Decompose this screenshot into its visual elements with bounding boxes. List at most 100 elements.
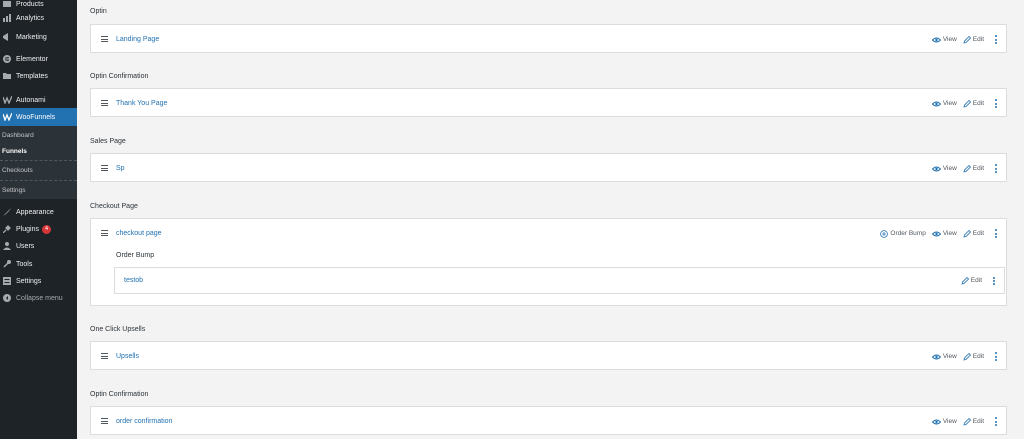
pencil-icon xyxy=(963,164,971,173)
sidebar-item-autonami[interactable]: Autonami xyxy=(0,91,77,109)
plus-circle-icon xyxy=(880,229,889,238)
woofunnels-submenu: Dashboard Funnels Checkouts Settings xyxy=(0,126,77,199)
eye-icon xyxy=(931,37,941,42)
edit-label: Edit xyxy=(972,418,984,425)
sidebar-item-label: Plugins xyxy=(16,225,39,233)
view-button[interactable]: View xyxy=(931,418,957,425)
more-options-icon[interactable] xyxy=(994,35,998,45)
sidebar-item-analytics[interactable]: Analytics xyxy=(0,9,77,27)
sidebar-item-label: Tools xyxy=(16,260,33,268)
step-title-link[interactable]: Upsells xyxy=(116,353,139,360)
step-row: Sp View Edit xyxy=(91,154,1006,183)
eye-icon xyxy=(931,231,941,236)
edit-label: Edit xyxy=(972,36,984,43)
sidebar-item-templates[interactable]: Templates xyxy=(0,67,77,85)
edit-button[interactable]: Edit xyxy=(963,99,984,108)
edit-label: Edit xyxy=(972,100,984,107)
edit-button[interactable]: Edit xyxy=(963,229,984,238)
sidebar-item-label: WooFunnels xyxy=(16,113,56,121)
step-actions: Order Bump View Edit xyxy=(880,229,998,239)
step-row: checkout page Order Bump View Edit xyxy=(91,219,1006,248)
products-icon xyxy=(2,0,12,9)
sidebar-item-label: Appearance xyxy=(16,208,54,216)
submenu-item-funnels[interactable]: Funnels xyxy=(2,145,27,157)
sidebar-item-settings[interactable]: Settings xyxy=(0,272,77,290)
submenu-divider xyxy=(0,160,77,161)
view-button[interactable]: View xyxy=(931,230,957,237)
view-button[interactable]: View xyxy=(931,165,957,172)
edit-label: Edit xyxy=(972,353,984,360)
pencil-icon xyxy=(961,276,969,285)
step-row: Landing Page View Edit xyxy=(91,25,1006,54)
drag-handle-icon[interactable] xyxy=(101,353,108,359)
users-icon xyxy=(2,241,12,251)
more-options-icon[interactable] xyxy=(994,417,998,427)
sidebar-item-users[interactable]: Users xyxy=(0,237,77,255)
section-title: Checkout Page xyxy=(90,203,138,210)
admin-sidebar: Products Analytics Marketing Elementor T… xyxy=(0,0,77,439)
section-title: Optin xyxy=(90,8,107,15)
more-options-icon[interactable] xyxy=(994,352,998,362)
settings-icon xyxy=(2,276,12,286)
order-bump-actions: Edit xyxy=(961,276,996,286)
sidebar-item-label: Analytics xyxy=(16,14,45,22)
submenu-item-checkouts[interactable]: Checkouts xyxy=(2,164,33,176)
edit-button[interactable]: Edit xyxy=(963,352,984,361)
drag-handle-icon[interactable] xyxy=(101,165,108,171)
eye-icon xyxy=(931,354,941,359)
eye-icon xyxy=(931,419,941,424)
edit-label: Edit xyxy=(972,230,984,237)
edit-button[interactable]: Edit xyxy=(961,276,982,285)
step-title-link[interactable]: checkout page xyxy=(116,230,162,237)
section-title: One Click Upsells xyxy=(90,326,146,333)
collapse-menu-button[interactable]: Collapse menu xyxy=(0,289,77,307)
step-title-link[interactable]: Landing Page xyxy=(116,36,159,43)
sidebar-item-woofunnels[interactable]: WooFunnels xyxy=(0,108,77,126)
submenu-item-dashboard[interactable]: Dashboard xyxy=(2,129,34,141)
step-actions: View Edit xyxy=(931,35,998,45)
add-order-bump-button[interactable]: Order Bump xyxy=(880,229,926,238)
view-button[interactable]: View xyxy=(931,353,957,360)
sidebar-item-label: Elementor xyxy=(16,55,48,63)
drag-handle-icon[interactable] xyxy=(101,418,108,424)
step-card: Thank You Page View Edit xyxy=(90,88,1007,117)
view-button[interactable]: View xyxy=(931,36,957,43)
sidebar-item-plugins[interactable]: Plugins 4 xyxy=(0,220,77,238)
sidebar-item-tools[interactable]: Tools xyxy=(0,255,77,273)
order-bump-title-link[interactable]: testob xyxy=(124,277,143,284)
step-title-link[interactable]: order confirmation xyxy=(116,418,172,425)
sidebar-item-appearance[interactable]: Appearance xyxy=(0,203,77,221)
more-options-icon[interactable] xyxy=(992,276,996,286)
plugins-update-badge: 4 xyxy=(41,224,51,234)
pencil-icon xyxy=(963,35,971,44)
step-title-link[interactable]: Thank You Page xyxy=(116,100,167,107)
section-title: Optin Confirmation xyxy=(90,73,149,80)
sidebar-item-marketing[interactable]: Marketing xyxy=(0,28,77,46)
submenu-item-settings[interactable]: Settings xyxy=(2,184,26,196)
view-label: View xyxy=(942,353,957,360)
edit-button[interactable]: Edit xyxy=(963,35,984,44)
view-label: View xyxy=(942,100,957,107)
more-options-icon[interactable] xyxy=(994,99,998,109)
drag-handle-icon[interactable] xyxy=(101,36,108,42)
sidebar-item-label: Autonami xyxy=(16,96,46,104)
step-actions: View Edit xyxy=(931,99,998,109)
more-options-icon[interactable] xyxy=(994,229,998,239)
edit-button[interactable]: Edit xyxy=(963,164,984,173)
drag-handle-icon[interactable] xyxy=(101,230,108,236)
view-label: View xyxy=(942,36,957,43)
step-actions: View Edit xyxy=(931,417,998,427)
sidebar-item-label: Marketing xyxy=(16,33,47,41)
sidebar-item-elementor[interactable]: Elementor xyxy=(0,50,77,68)
edit-button[interactable]: Edit xyxy=(963,417,984,426)
more-options-icon[interactable] xyxy=(994,164,998,174)
edit-label: Edit xyxy=(970,277,982,285)
step-title-link[interactable]: Sp xyxy=(116,165,125,172)
step-card: order confirmation View Edit xyxy=(90,406,1007,435)
view-button[interactable]: View xyxy=(931,100,957,107)
pencil-icon xyxy=(963,229,971,238)
order-bump-label: Order Bump xyxy=(890,230,926,237)
step-card: checkout page Order Bump View Edit Order… xyxy=(90,218,1007,306)
drag-handle-icon[interactable] xyxy=(101,100,108,106)
step-card: Sp View Edit xyxy=(90,153,1007,182)
